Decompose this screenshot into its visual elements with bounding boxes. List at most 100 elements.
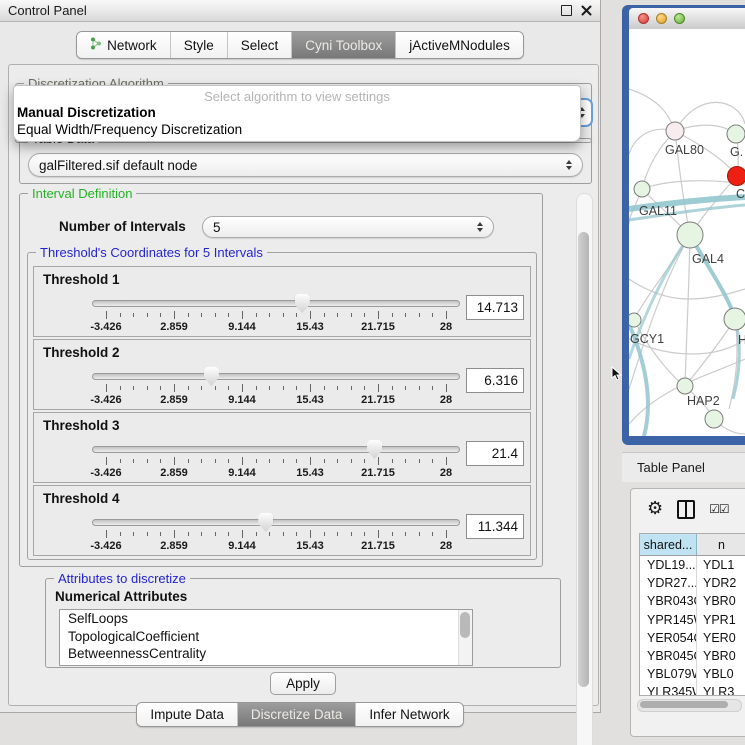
network-window-titlebar[interactable] [629, 8, 745, 29]
gear-icon[interactable]: ⚙ [647, 500, 663, 518]
column-header-name[interactable]: n [697, 534, 745, 555]
slider-axis-label: 21.715 [361, 467, 395, 479]
slider-track[interactable] [92, 300, 460, 307]
float-window-icon[interactable] [561, 5, 572, 16]
network-canvas[interactable]: GAL80 G. C GAL11 GAL4 GCY1 H HAP2 [629, 29, 745, 436]
close-traffic-light-icon[interactable] [638, 13, 649, 24]
table-cell[interactable]: YBR0 [697, 647, 745, 665]
node-gal11[interactable] [634, 181, 650, 197]
slider-tick [419, 532, 420, 536]
column-header-shared[interactable]: shared... [640, 534, 697, 555]
tab-discretize-data[interactable]: Discretize Data [237, 703, 356, 726]
numerical-attributes-list[interactable]: SelfLoopsTopologicalCoefficientBetweenne… [59, 609, 473, 666]
slider-ticks [92, 311, 460, 320]
slider-axis-label: -3.426 [90, 394, 121, 406]
table-cell[interactable]: YDR2 [697, 574, 745, 592]
threshold-1-slider[interactable]: -3.4262.8599.14415.4321.71528 [92, 293, 460, 335]
table-row[interactable]: YDR27...YDR2 [640, 574, 745, 592]
table-data-combobox[interactable]: galFiltered.sif default node [28, 153, 583, 177]
table-cell[interactable]: YBR0 [697, 592, 745, 610]
attributes-scrollbar[interactable] [458, 610, 472, 665]
slider-axis-label: 9.144 [228, 321, 256, 333]
slider-tick-labels: -3.4262.8599.14415.4321.71528 [92, 540, 460, 552]
tab-network[interactable]: Network [77, 32, 170, 58]
tab-select-label: Select [241, 38, 279, 53]
table-cell[interactable]: YER054C [640, 629, 697, 647]
slider-tick [432, 532, 433, 536]
table-cell[interactable]: YBR045C [640, 647, 697, 665]
column-layout-icon[interactable] [677, 500, 695, 519]
select-columns-icon[interactable]: ☑☑ [709, 502, 729, 516]
node-h[interactable] [724, 308, 745, 330]
slider-track[interactable] [92, 446, 460, 453]
node-red-selected[interactable] [728, 167, 745, 186]
menu-item-manual-discretization[interactable]: Manual Discretization [14, 104, 580, 121]
slider-axis-label: -3.426 [90, 467, 121, 479]
table-cell[interactable]: YER0 [697, 629, 745, 647]
tab-jactivemnodules[interactable]: jActiveMNodules [395, 32, 523, 58]
close-icon[interactable] [581, 5, 592, 16]
slider-tick [392, 386, 393, 390]
table-cell[interactable]: YDL19... [640, 556, 697, 574]
threshold-1-value-field[interactable] [466, 295, 524, 320]
minimize-traffic-light-icon[interactable] [656, 13, 667, 24]
number-of-intervals-label: Number of Intervals [59, 219, 186, 234]
node-gal4[interactable] [677, 222, 703, 248]
attribute-list-item[interactable]: TopologicalCoefficient [60, 628, 472, 646]
menu-item-equal-width-frequency[interactable]: Equal Width/Frequency Discretization [14, 121, 580, 138]
threshold-4-slider[interactable]: -3.4262.8599.14415.4321.71528 [92, 512, 460, 554]
table-cell[interactable]: YPR1 [697, 611, 745, 629]
tab-cyni-toolbox[interactable]: Cyni Toolbox [291, 32, 395, 58]
attributes-group-title: Attributes to discretize [54, 571, 190, 586]
slider-tick [296, 386, 297, 390]
slider-tick [446, 530, 447, 538]
table-row[interactable]: YDL19...YDL1 [640, 556, 745, 574]
table-horizontal-scrollbar-thumb[interactable] [640, 701, 728, 708]
attribute-list-item[interactable]: BetweennessCentrality [60, 645, 472, 663]
table-cell[interactable]: YBL0 [697, 665, 745, 683]
threshold-2-value-field[interactable] [466, 368, 524, 393]
node-gal80[interactable] [666, 122, 684, 140]
table-cell[interactable]: YPR145W [640, 611, 697, 629]
table-row[interactable]: YBL079WYBL0 [640, 665, 745, 683]
table-row[interactable]: YBR043CYBR0 [640, 592, 745, 610]
threshold-2-slider[interactable]: -3.4262.8599.14415.4321.71528 [92, 366, 460, 408]
content-scrollbar[interactable] [576, 193, 593, 745]
tab-select[interactable]: Select [227, 32, 292, 58]
table-cell[interactable]: YBR043C [640, 592, 697, 610]
slider-tick [133, 313, 134, 317]
table-row[interactable]: YPR145WYPR1 [640, 611, 745, 629]
table-row[interactable]: YLR345WYLR3 [640, 683, 745, 696]
node-gcy1[interactable] [629, 313, 641, 327]
table-cell[interactable]: YBL079W [640, 665, 697, 683]
table-horizontal-scrollbar[interactable] [637, 699, 742, 712]
node-hap2[interactable] [677, 378, 693, 394]
table-row[interactable]: YBR045CYBR0 [640, 647, 745, 665]
tab-impute-data[interactable]: Impute Data [137, 703, 237, 726]
apply-button[interactable]: Apply [270, 672, 336, 695]
threshold-4-value-field[interactable] [466, 514, 524, 539]
table-cell[interactable]: YLR345W [640, 683, 697, 696]
content-scrollbar-thumb[interactable] [578, 232, 589, 687]
slider-track[interactable] [92, 519, 460, 526]
table-row[interactable]: YER054CYER0 [640, 629, 745, 647]
attributes-scrollbar-thumb[interactable] [460, 612, 470, 638]
threshold-3-value-field[interactable] [466, 441, 524, 466]
slider-tick [378, 530, 379, 538]
slider-tick-labels: -3.4262.8599.14415.4321.71528 [92, 394, 460, 406]
table-cell[interactable]: YLR3 [697, 683, 745, 696]
threshold-3-slider[interactable]: -3.4262.8599.14415.4321.71528 [92, 439, 460, 481]
number-of-intervals-combobox[interactable]: 5 [202, 216, 494, 238]
slider-track[interactable] [92, 373, 460, 380]
tab-style[interactable]: Style [170, 32, 227, 58]
algorithm-dropdown-popup: Select algorithm to view settings Manual… [13, 85, 581, 142]
table-cell[interactable]: YDL1 [697, 556, 745, 574]
node-topright[interactable] [727, 125, 745, 143]
tab-infer-network[interactable]: Infer Network [355, 703, 462, 726]
thresholds-group: Threshold's Coordinates for 5 Intervals … [27, 252, 537, 560]
node-bottom[interactable] [705, 410, 723, 428]
attribute-list-item[interactable]: SelfLoops [60, 610, 472, 628]
slider-tick [432, 459, 433, 463]
table-cell[interactable]: YDR27... [640, 574, 697, 592]
zoom-traffic-light-icon[interactable] [674, 13, 685, 24]
